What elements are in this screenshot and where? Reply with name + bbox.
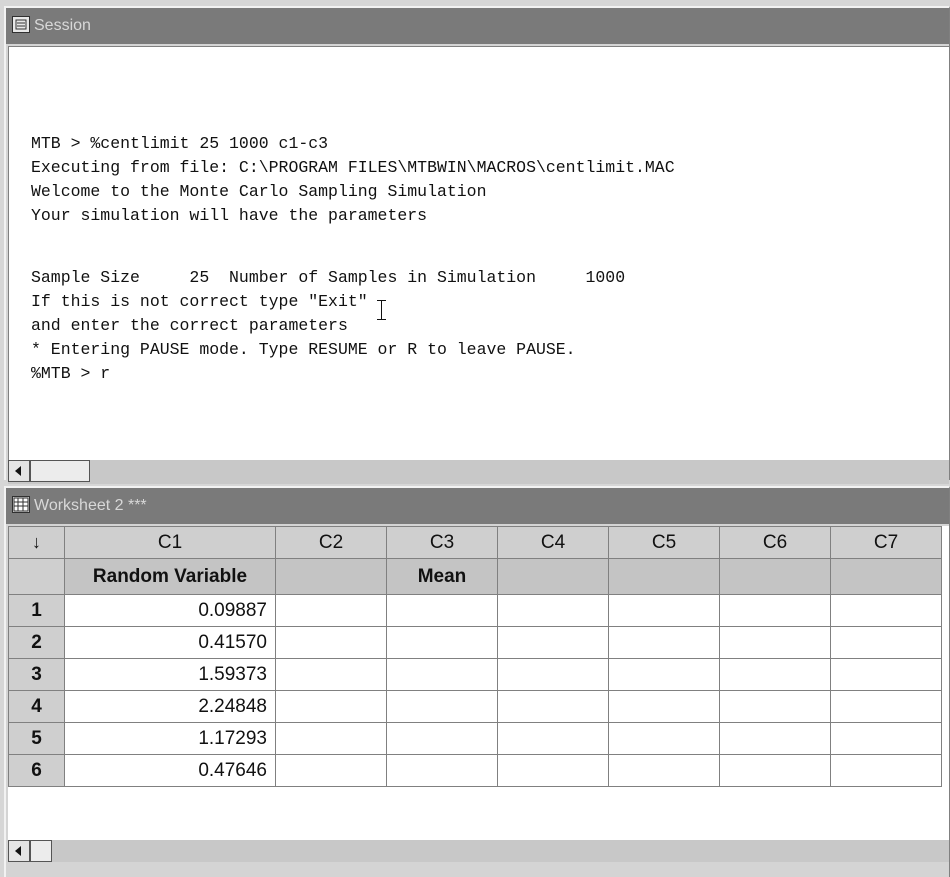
table-row: 3 1.59373	[8, 658, 942, 691]
column-header-c5[interactable]: C5	[608, 526, 720, 559]
column-header-c6[interactable]: C6	[719, 526, 831, 559]
row-number[interactable]: 6	[8, 754, 65, 787]
session-console[interactable]: MTB > %centlimit 25 1000 c1-c3 Executing…	[8, 46, 949, 461]
console-line: Executing from file: C:\PROGRAM FILES\MT…	[31, 158, 675, 177]
cell[interactable]	[386, 658, 498, 691]
cell[interactable]	[719, 722, 831, 755]
cell[interactable]	[497, 690, 609, 723]
cell[interactable]	[497, 594, 609, 627]
session-titlebar[interactable]: Session	[6, 8, 949, 44]
row-number[interactable]: 2	[8, 626, 65, 659]
cell[interactable]	[275, 658, 387, 691]
row-number[interactable]: 1	[8, 594, 65, 627]
cell[interactable]	[497, 658, 609, 691]
table-row: 6 0.47646	[8, 754, 942, 787]
session-horizontal-scrollbar[interactable]	[8, 460, 949, 484]
console-line: Sample Size 25 Number of Samples in Simu…	[31, 268, 626, 287]
worksheet-grid-icon[interactable]	[12, 496, 30, 513]
column-header-c2[interactable]: C2	[275, 526, 387, 559]
text-cursor-icon	[376, 300, 387, 320]
column-header-c3[interactable]: C3	[386, 526, 498, 559]
worksheet-title: Worksheet 2 ***	[34, 497, 147, 514]
table-row: 1 0.09887	[8, 594, 942, 627]
cell[interactable]	[719, 690, 831, 723]
cell[interactable]	[386, 722, 498, 755]
column-header-c4[interactable]: C4	[497, 526, 609, 559]
column-name-c5[interactable]	[608, 558, 720, 595]
data-table: ↓ C1 C2 C3 C4 C5 C6 C7 Random Variable M…	[8, 526, 942, 787]
cell-c1[interactable]: 0.09887	[64, 594, 276, 627]
worksheet-titlebar[interactable]: Worksheet 2 ***	[6, 488, 949, 524]
cell[interactable]	[830, 690, 942, 723]
cell[interactable]	[275, 754, 387, 787]
cell[interactable]	[608, 626, 720, 659]
cell[interactable]	[386, 690, 498, 723]
cell[interactable]	[608, 658, 720, 691]
session-window: Session MTB > %centlimit 25 1000 c1-c3 E…	[4, 6, 950, 484]
column-name-c1[interactable]: Random Variable	[64, 558, 276, 595]
cell[interactable]	[830, 754, 942, 787]
column-name-row: Random Variable Mean	[8, 558, 942, 595]
column-header-row: ↓ C1 C2 C3 C4 C5 C6 C7	[8, 526, 942, 559]
table-row: 5 1.17293	[8, 722, 942, 755]
cell-c1[interactable]: 0.47646	[64, 754, 276, 787]
cell[interactable]	[275, 594, 387, 627]
cell[interactable]	[719, 754, 831, 787]
cell[interactable]	[275, 690, 387, 723]
console-line: MTB > %centlimit 25 1000 c1-c3	[31, 134, 329, 153]
cell[interactable]	[608, 754, 720, 787]
worksheet-horizontal-scrollbar[interactable]	[8, 840, 949, 862]
worksheet-grid[interactable]: ↓ C1 C2 C3 C4 C5 C6 C7 Random Variable M…	[8, 526, 949, 854]
cell[interactable]	[830, 626, 942, 659]
console-line: Your simulation will have the parameters	[31, 206, 428, 225]
cell[interactable]	[386, 626, 498, 659]
column-name-c7[interactable]	[830, 558, 942, 595]
cell[interactable]	[608, 594, 720, 627]
column-name-c6[interactable]	[719, 558, 831, 595]
cell-c1[interactable]: 1.17293	[64, 722, 276, 755]
column-header-c7[interactable]: C7	[830, 526, 942, 559]
session-window-icon[interactable]	[12, 16, 30, 33]
table-row: 4 2.24848	[8, 690, 942, 723]
scroll-thumb[interactable]	[30, 460, 90, 482]
console-line: and enter the correct parameters	[31, 316, 348, 335]
cell-c1[interactable]: 2.24848	[64, 690, 276, 723]
cell[interactable]	[608, 722, 720, 755]
data-direction-arrow[interactable]: ↓	[8, 526, 65, 559]
column-name-c3[interactable]: Mean	[386, 558, 498, 595]
name-row-corner	[8, 558, 65, 595]
cell[interactable]	[719, 594, 831, 627]
session-title: Session	[34, 17, 91, 34]
scroll-left-arrow-icon[interactable]	[8, 840, 30, 862]
cell[interactable]	[497, 754, 609, 787]
scroll-thumb[interactable]	[30, 840, 52, 862]
cell[interactable]	[275, 626, 387, 659]
cell[interactable]	[830, 594, 942, 627]
console-line: %MTB > r	[31, 364, 111, 383]
cell[interactable]	[830, 722, 942, 755]
cell[interactable]	[608, 690, 720, 723]
cell[interactable]	[386, 754, 498, 787]
cell[interactable]	[719, 658, 831, 691]
cell[interactable]	[719, 626, 831, 659]
scroll-left-arrow-icon[interactable]	[8, 460, 30, 482]
column-name-c4[interactable]	[497, 558, 609, 595]
column-name-c2[interactable]	[275, 558, 387, 595]
console-line: * Entering PAUSE mode. Type RESUME or R …	[31, 340, 576, 359]
table-row: 2 0.41570	[8, 626, 942, 659]
cell[interactable]	[830, 658, 942, 691]
row-number[interactable]: 5	[8, 722, 65, 755]
cell[interactable]	[275, 722, 387, 755]
column-header-c1[interactable]: C1	[64, 526, 276, 559]
cell-c1[interactable]: 1.59373	[64, 658, 276, 691]
cell-c1[interactable]: 0.41570	[64, 626, 276, 659]
worksheet-window: Worksheet 2 *** ↓ C1 C2 C3 C4 C5 C6 C7 R…	[4, 486, 950, 877]
console-line: If this is not correct type "Exit"	[31, 292, 368, 311]
console-line: Welcome to the Monte Carlo Sampling Simu…	[31, 182, 487, 201]
cell[interactable]	[497, 626, 609, 659]
cell[interactable]	[497, 722, 609, 755]
row-number[interactable]: 3	[8, 658, 65, 691]
row-number[interactable]: 4	[8, 690, 65, 723]
cell[interactable]	[386, 594, 498, 627]
